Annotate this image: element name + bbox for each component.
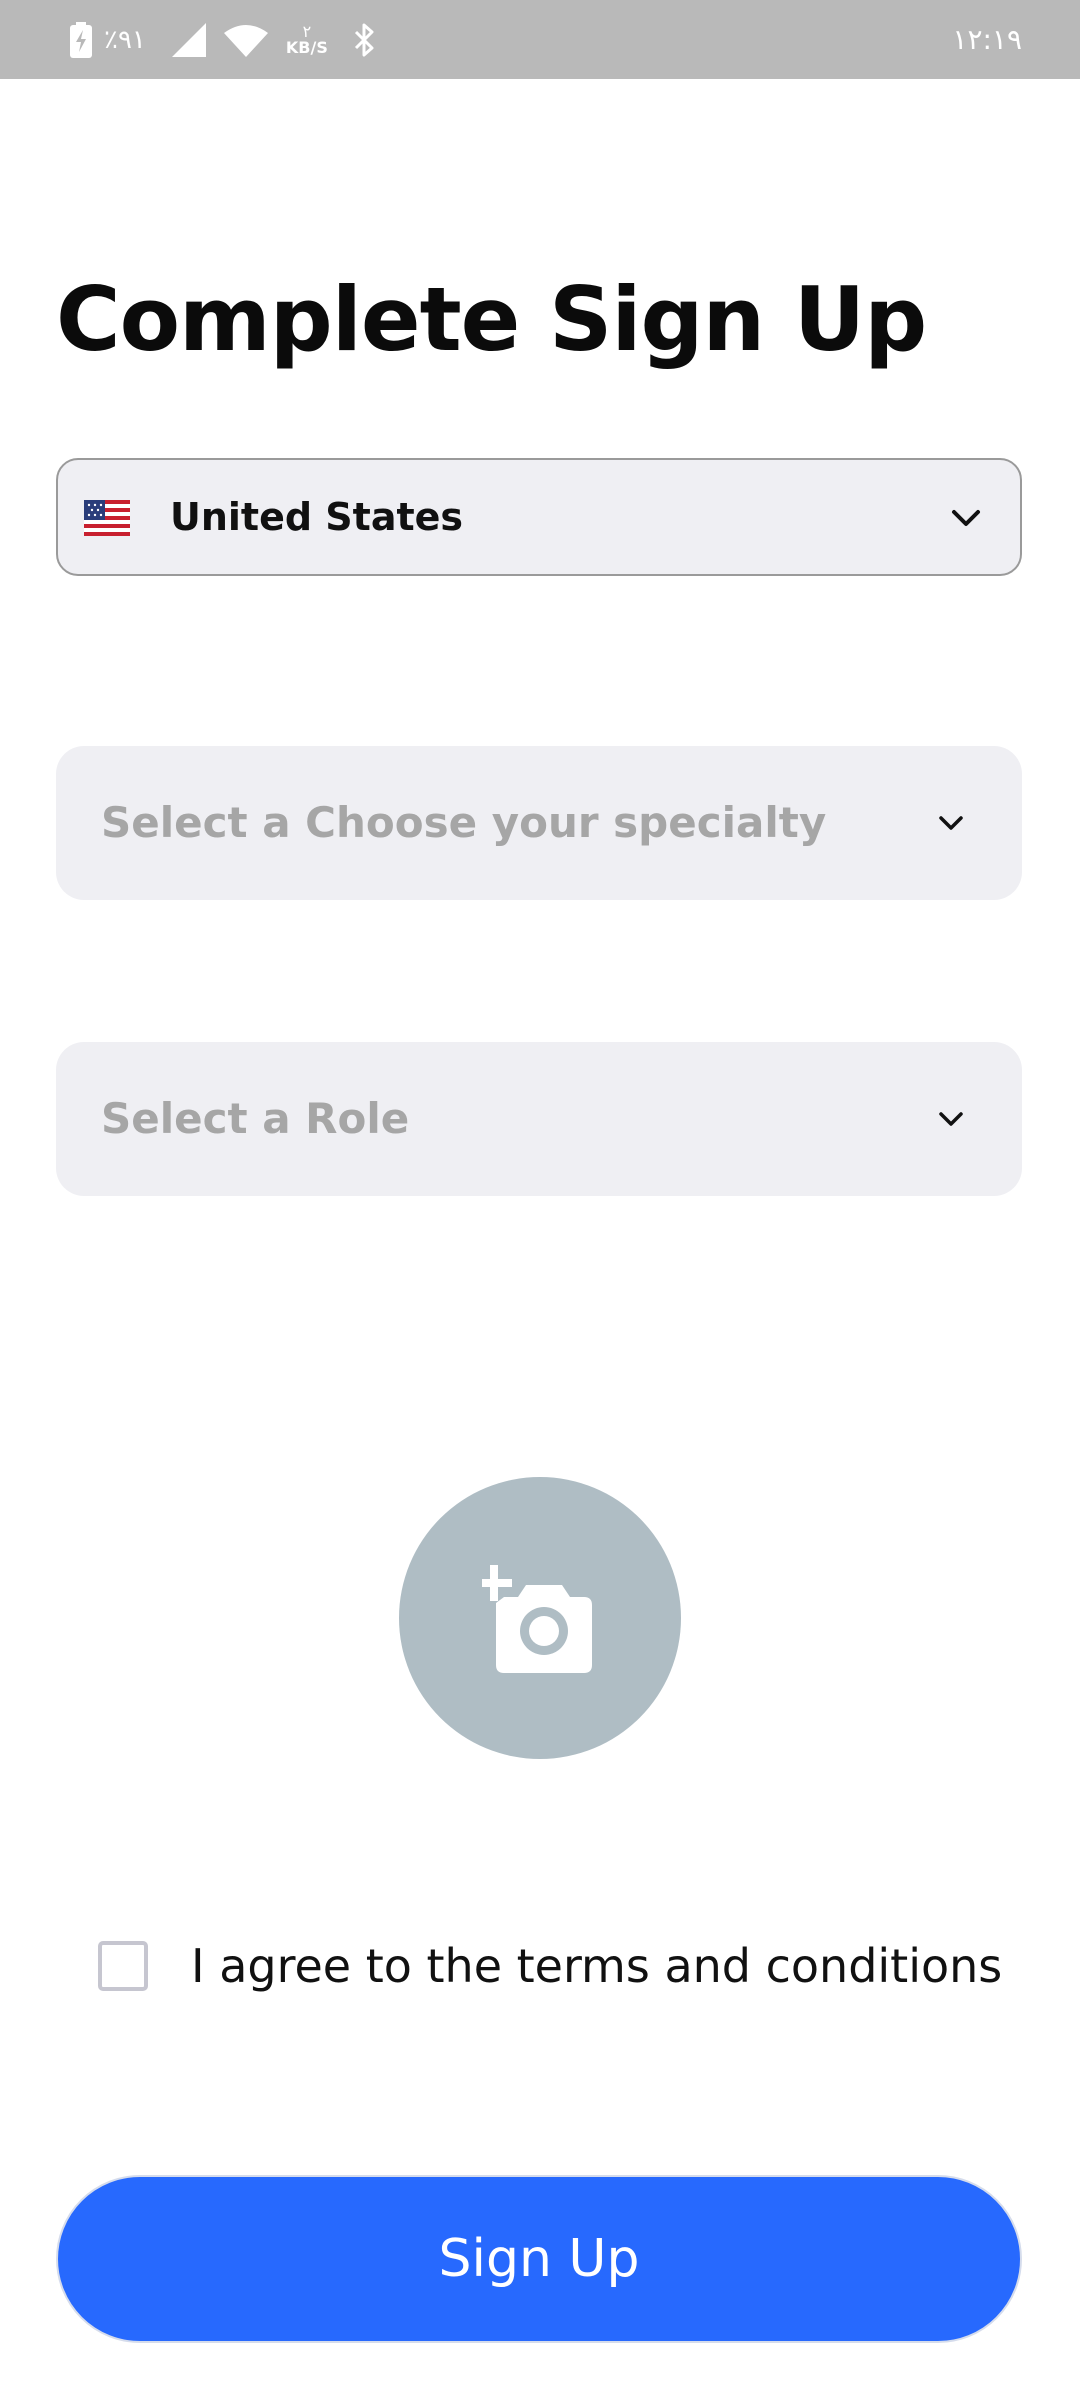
network-speed: ۲ KB/S xyxy=(285,23,328,57)
chevron-down-icon xyxy=(939,816,963,830)
specialty-placeholder: Select a Choose your specialty xyxy=(101,798,827,847)
terms-checkbox[interactable] xyxy=(98,1941,148,1991)
terms-label[interactable]: I agree to the terms and conditions xyxy=(191,1936,1002,1996)
cell-signal-icon xyxy=(171,22,206,57)
bluetooth-icon xyxy=(354,23,374,56)
avatar-upload-button[interactable] xyxy=(399,1477,681,1759)
country-select[interactable]: United States xyxy=(56,458,1022,576)
battery-percentage: ٪۹۱ xyxy=(104,24,146,55)
status-bar: ٪۹۱ ۲ KB/S ۱۲:۱۹ xyxy=(0,0,1080,79)
status-time: ۱۲:۱۹ xyxy=(952,23,1022,56)
role-placeholder: Select a Role xyxy=(101,1094,410,1143)
chevron-down-icon xyxy=(952,510,980,526)
chevron-down-icon xyxy=(939,1112,963,1126)
sign-up-button[interactable]: Sign Up xyxy=(56,2175,1022,2343)
page-title: Complete Sign Up xyxy=(56,268,927,371)
camera-add-icon xyxy=(482,1565,592,1673)
us-flag-icon xyxy=(84,500,130,536)
status-icons: ٪۹۱ ۲ KB/S xyxy=(70,0,376,79)
battery-charging-icon xyxy=(70,21,92,58)
wifi-icon xyxy=(223,24,268,57)
network-speed-unit: KB/S xyxy=(285,37,328,57)
country-value: United States xyxy=(170,495,464,539)
specialty-select[interactable]: Select a Choose your specialty xyxy=(56,746,1022,900)
role-select[interactable]: Select a Role xyxy=(56,1042,1022,1196)
